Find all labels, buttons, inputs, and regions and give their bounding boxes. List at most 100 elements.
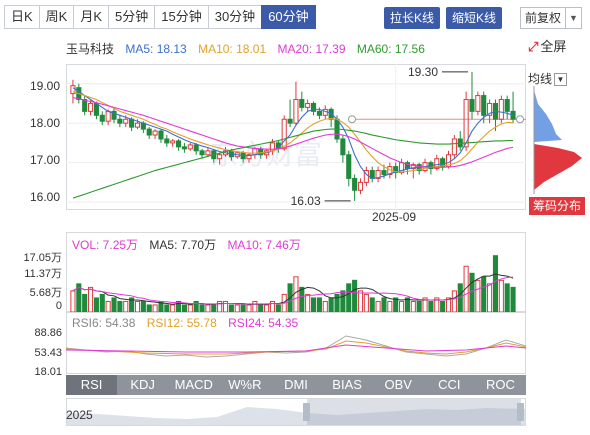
volume-bar — [387, 300, 393, 312]
chip-distribution-button[interactable]: 筹码分布 — [529, 197, 585, 215]
indicator-tab-bias[interactable]: BIAS — [322, 375, 373, 395]
volume-bar — [346, 283, 352, 312]
candle-body — [287, 118, 293, 124]
volume-bar — [211, 304, 217, 312]
avg-line-label: 均线 — [528, 72, 553, 86]
indicator-tab-rsi[interactable]: RSI — [66, 375, 118, 395]
candle-body — [134, 122, 141, 128]
candle-body — [299, 99, 305, 108]
volume-bar — [399, 300, 405, 312]
ma-legend: 玉马科技 MA5: 18.13 MA10: 18.01 MA20: 17.39 … — [66, 40, 433, 57]
volume-bar — [352, 279, 358, 312]
candle-body — [117, 118, 123, 124]
indicator-tab-obv[interactable]: OBV — [373, 375, 424, 395]
volume-bar — [416, 300, 422, 312]
candle-body — [217, 154, 223, 160]
candle-body — [305, 102, 311, 108]
candle-body — [87, 102, 94, 112]
candle-body — [346, 154, 352, 179]
tab-monthly-k[interactable]: 月K — [73, 5, 109, 29]
volume-bar — [222, 300, 229, 312]
price-y-label-19: 19.00 — [29, 79, 60, 93]
candle-body — [82, 99, 88, 112]
indicator-tab-roc[interactable]: ROC — [475, 375, 526, 395]
candle-body — [105, 110, 111, 122]
indicator-tab-macd[interactable]: MACD — [168, 375, 219, 395]
candle-body — [340, 138, 346, 156]
avg-line-toggle[interactable]: 均线 ▼ — [528, 70, 568, 87]
volume-bar — [504, 283, 510, 312]
volume-bar — [498, 279, 504, 312]
fullscreen-label: 全屏 — [540, 39, 567, 54]
volume-bar — [105, 300, 111, 312]
chip-distribution-chart — [533, 86, 582, 194]
high-price-annotation: 19.30 — [408, 65, 438, 79]
volume-bar — [87, 286, 94, 312]
tab-daily-k[interactable]: 日K — [4, 5, 39, 29]
candle-body — [193, 144, 199, 152]
tab-60min[interactable]: 60分钟 — [261, 5, 316, 29]
rsi-y-label-low: 18.01 — [34, 366, 62, 378]
indicator-tab-dmi[interactable]: DMI — [270, 375, 321, 395]
tab-5min[interactable]: 5分钟 — [108, 5, 155, 29]
volume-bar — [510, 286, 516, 312]
candle-body — [504, 99, 510, 112]
volume-bar — [99, 293, 105, 312]
volume-bar — [205, 304, 211, 312]
candle-body — [451, 138, 457, 156]
indicator-tab-wr[interactable]: W%R — [219, 375, 270, 395]
volume-bar — [217, 300, 223, 312]
volume-bar — [440, 300, 446, 312]
candle-body — [164, 138, 170, 144]
volume-bar — [246, 304, 252, 312]
crosshair-handle-right — [516, 115, 524, 124]
candle-body — [316, 110, 322, 116]
volume-bar — [123, 300, 129, 312]
candle-body — [498, 99, 504, 120]
volume-bar — [181, 304, 187, 312]
volume-bar — [393, 297, 399, 312]
volume-bar — [82, 293, 88, 312]
adjust-select-value: 前复权 — [525, 11, 562, 25]
volume-bar — [469, 272, 475, 312]
adjust-select[interactable]: 前复权 ▼ — [520, 7, 582, 29]
candle-body — [357, 181, 364, 191]
tab-weekly-k[interactable]: 周K — [38, 5, 74, 29]
volume-bar — [199, 304, 205, 312]
vol-y-label-zero: 0 — [55, 300, 62, 312]
ma60-value: MA60: 17.56 — [356, 42, 425, 56]
volume-bar — [252, 300, 258, 312]
x-axis-date-label: 2025-09 — [372, 210, 417, 224]
rsi-y-label-top: 88.86 — [34, 327, 62, 339]
price-candlestick-chart[interactable]: 东方财富19.3016.03 — [66, 64, 526, 210]
volume-bar-chart — [70, 255, 516, 312]
volume-bar — [164, 304, 170, 312]
shrink-kline-button[interactable]: 缩短K线 — [446, 7, 503, 29]
volume-bar — [93, 297, 99, 312]
volume-bar — [275, 304, 281, 312]
volume-bar — [193, 300, 199, 312]
fullscreen-button[interactable]: ⤢ 全屏 — [528, 36, 566, 55]
volume-bar — [152, 304, 158, 312]
vol-y-label-top: 17.05万 — [23, 252, 62, 264]
volume-bar — [487, 283, 493, 312]
indicator-tab-kdj[interactable]: KDJ — [117, 375, 168, 395]
volume-bar — [240, 304, 246, 312]
candle-body — [352, 177, 358, 191]
stretch-kline-button[interactable]: 拉长K线 — [384, 7, 441, 29]
chevron-down-icon: ▼ — [565, 8, 581, 28]
tab-15min[interactable]: 15分钟 — [154, 5, 208, 29]
tab-30min[interactable]: 30分钟 — [207, 5, 262, 29]
volume-bar — [228, 304, 234, 312]
price-y-label-18: 18.00 — [29, 116, 60, 130]
candle-body — [475, 95, 481, 112]
time-navigator[interactable] — [66, 398, 526, 426]
indicator-tab-cci[interactable]: CCI — [424, 375, 475, 395]
candle-body — [469, 99, 475, 112]
price-y-label-16: 16.00 — [29, 190, 60, 204]
volume-bar — [310, 297, 317, 312]
ma20-value: MA20: 17.39 — [277, 42, 346, 56]
volume-bar — [357, 290, 364, 312]
candle-body — [123, 118, 129, 124]
volume-bar — [269, 300, 276, 312]
